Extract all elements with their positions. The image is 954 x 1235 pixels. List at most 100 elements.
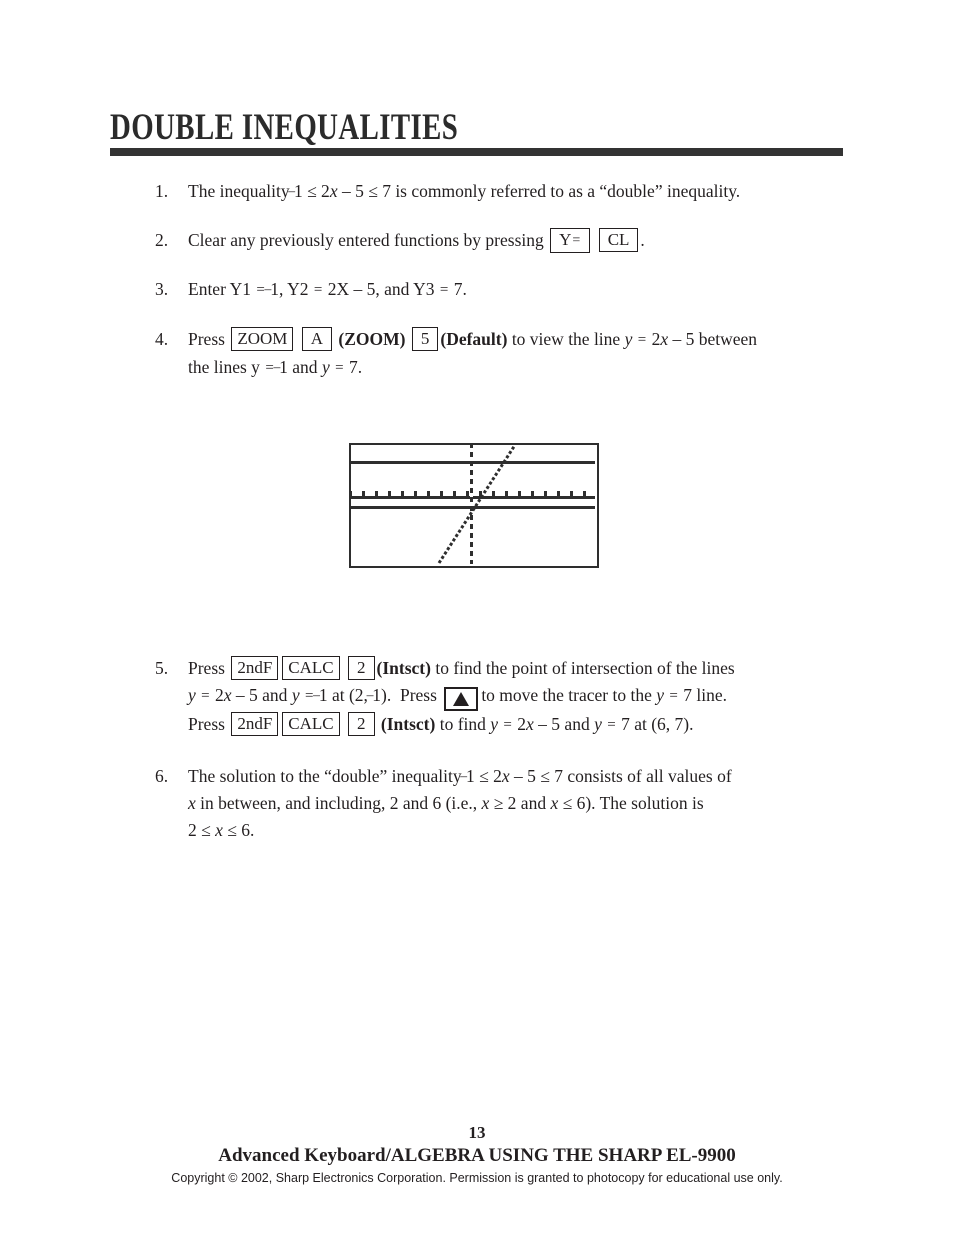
label-intsct: (Intsct) [380, 713, 436, 734]
label-intsct: (Intsct) [376, 658, 431, 678]
list-item-step-6: 6. The solution to the “double” inequali… [0, 763, 954, 844]
step-1-mid: ≤ 2 [302, 181, 330, 201]
step-4-line2-end: 7. [344, 357, 363, 377]
key-a[interactable]: A [301, 327, 333, 351]
step-5-l2-at: at (2, [327, 685, 373, 705]
step-5-l3-text: to find [439, 713, 491, 734]
list-item-step-1: 1. The inequality 1 ≤ 2x – 5 ≤ 7 is comm… [0, 178, 954, 205]
step-3-text: Enter Y1 = 1, Y2 = 2X – 5, and Y3 = 7. [188, 276, 844, 304]
label-default: (Default) [440, 329, 508, 349]
step-5-l3-end: 7 at (6, 7). [616, 713, 694, 734]
key-cl[interactable]: CL [598, 228, 639, 252]
key-5[interactable]: 5 [411, 327, 439, 351]
step-4-text: Press ZOOM A (ZOOM) 5 (Default) to view t… [188, 326, 844, 382]
graph-line-y-equals-2x-minus-5 [437, 443, 517, 565]
step-6-text: The solution to the “double” inequality … [188, 763, 844, 844]
variable-x: x [215, 819, 223, 840]
step-5-press: Press [188, 658, 225, 678]
equals-sign: = [503, 716, 512, 733]
step-number: 4. [155, 329, 169, 349]
step-5-l2-tail2: 7 line. [678, 685, 727, 705]
step-6-l1-lead: The solution to the “double” inequality [188, 765, 466, 786]
variable-y: y [291, 685, 300, 705]
key-y-equals[interactable]: Y= [550, 228, 591, 253]
label-zoom-menu: (ZOOM) [338, 329, 406, 349]
step-2-period: . [640, 230, 645, 250]
step-4-line2-lead: the lines y [188, 357, 265, 377]
step-1-text: The inequality 1 ≤ 2x – 5 ≤ 7 is commonl… [188, 178, 844, 205]
list-item-step-4: 4. Press ZOOM A (ZOOM) 5 (Default) to vie… [0, 326, 954, 382]
step-2-text: Clear any previously entered functions b… [188, 227, 844, 254]
variable-y: y [188, 685, 196, 705]
step-5-l2-close: ). [381, 685, 392, 705]
key-zoom[interactable]: ZOOM [231, 327, 294, 351]
step-6-l1-tail: – 5 ≤ 7 consists of all values of [509, 765, 732, 786]
variable-x: x [501, 765, 510, 786]
variable-y: y [656, 685, 665, 705]
step-4-mid: to view the line [511, 329, 625, 349]
key-calc[interactable]: CALC [282, 656, 340, 680]
key-up-arrow[interactable] [444, 686, 479, 711]
key-2[interactable]: 2 [348, 656, 375, 680]
negative-one: 1 [294, 181, 303, 201]
equals-sign: = [201, 688, 210, 704]
step-number: 1. [155, 181, 169, 201]
variable-y: y [594, 713, 602, 734]
step-3-end: 7. [449, 279, 467, 299]
step-6-l2-c: ≤ 6). The solution is [558, 792, 704, 813]
negative-one: 1 [372, 685, 381, 705]
title-rule [110, 148, 843, 156]
steps-list: 1. The inequality 1 ≤ 2x – 5 ≤ 7 is comm… [0, 178, 954, 382]
key-2ndf[interactable]: 2ndF [231, 711, 279, 736]
list-item-step-3: 3. Enter Y1 = 1, Y2 = 2X – 5, and Y3 = 7… [0, 276, 954, 304]
step-number: 6. [155, 765, 169, 786]
triangle-up-icon [453, 691, 470, 706]
step-6-l3-a: 2 ≤ [188, 819, 216, 840]
step-2-lead: Clear any previously entered functions b… [188, 230, 544, 250]
variable-y: y [624, 329, 633, 349]
equals-sign: = [637, 332, 647, 348]
step-4-expr2: – 5 between [668, 329, 758, 349]
step-6-l2-a: in between, and including, 2 and 6 (i.e.… [195, 792, 482, 813]
step-5-l3-expr2: – 5 and [533, 713, 595, 734]
calculator-graph-screen [349, 443, 599, 568]
copyright-notice: Copyright © 2002, Sharp Electronics Corp… [171, 1171, 783, 1185]
key-y-equals-label: Y [559, 230, 572, 249]
step-5-l2-press: Press [399, 685, 437, 705]
key-y-equals-sign: = [572, 233, 581, 248]
negative-one: 1 [270, 279, 279, 299]
variable-y: y [490, 713, 499, 734]
variable-x: x [223, 685, 232, 705]
equals-sign-2: = [313, 282, 323, 298]
page-number: 13 [468, 1123, 486, 1142]
step-1-tail: – 5 ≤ 7 is commonly referred to as a “do… [337, 181, 741, 201]
step-4-line2-mid: and [287, 357, 322, 377]
variable-x: x [660, 329, 669, 349]
step-number: 5. [155, 658, 169, 678]
list-item-step-5: 5. Press 2ndF CALC 2 (Intsct) to find the … [0, 655, 954, 739]
equals-sign: = [335, 360, 344, 376]
equals-sign-3: = [439, 282, 449, 298]
page-footer: 13 Advanced Keyboard/ALGEBRA USING THE S… [0, 1122, 954, 1188]
variable-x: x [526, 713, 534, 734]
variable-x: x [329, 181, 338, 201]
step-number: 3. [155, 279, 169, 299]
variable-y: y [321, 357, 330, 377]
step-3-mid: , Y2 [278, 279, 313, 299]
step-5-l3-expr: 2 [512, 713, 527, 734]
step-5-l3-press: Press [188, 713, 225, 734]
step-number: 2. [155, 230, 169, 250]
negative-one: 1 [279, 357, 288, 377]
variable-x: x [188, 792, 196, 813]
step-3-expr: 2X – 5, and Y3 [323, 279, 439, 299]
key-2ndf[interactable]: 2ndF [231, 656, 279, 680]
footer-title: Advanced Keyboard/ALGEBRA USING THE SHAR… [218, 1145, 736, 1166]
steps-list-continued: 5. Press 2ndF CALC 2 (Intsct) to find the … [0, 655, 954, 844]
key-calc[interactable]: CALC [282, 711, 340, 736]
step-6-l1-mid: ≤ 2 [474, 765, 502, 786]
step-5-text-1: to find the point of intersection of the… [435, 658, 735, 678]
step-5-l2-expr: 2 [210, 685, 224, 705]
step-4-expr: 2 [647, 329, 661, 349]
step-5-l2-expr2: – 5 and [231, 685, 292, 705]
key-2[interactable]: 2 [348, 711, 375, 736]
